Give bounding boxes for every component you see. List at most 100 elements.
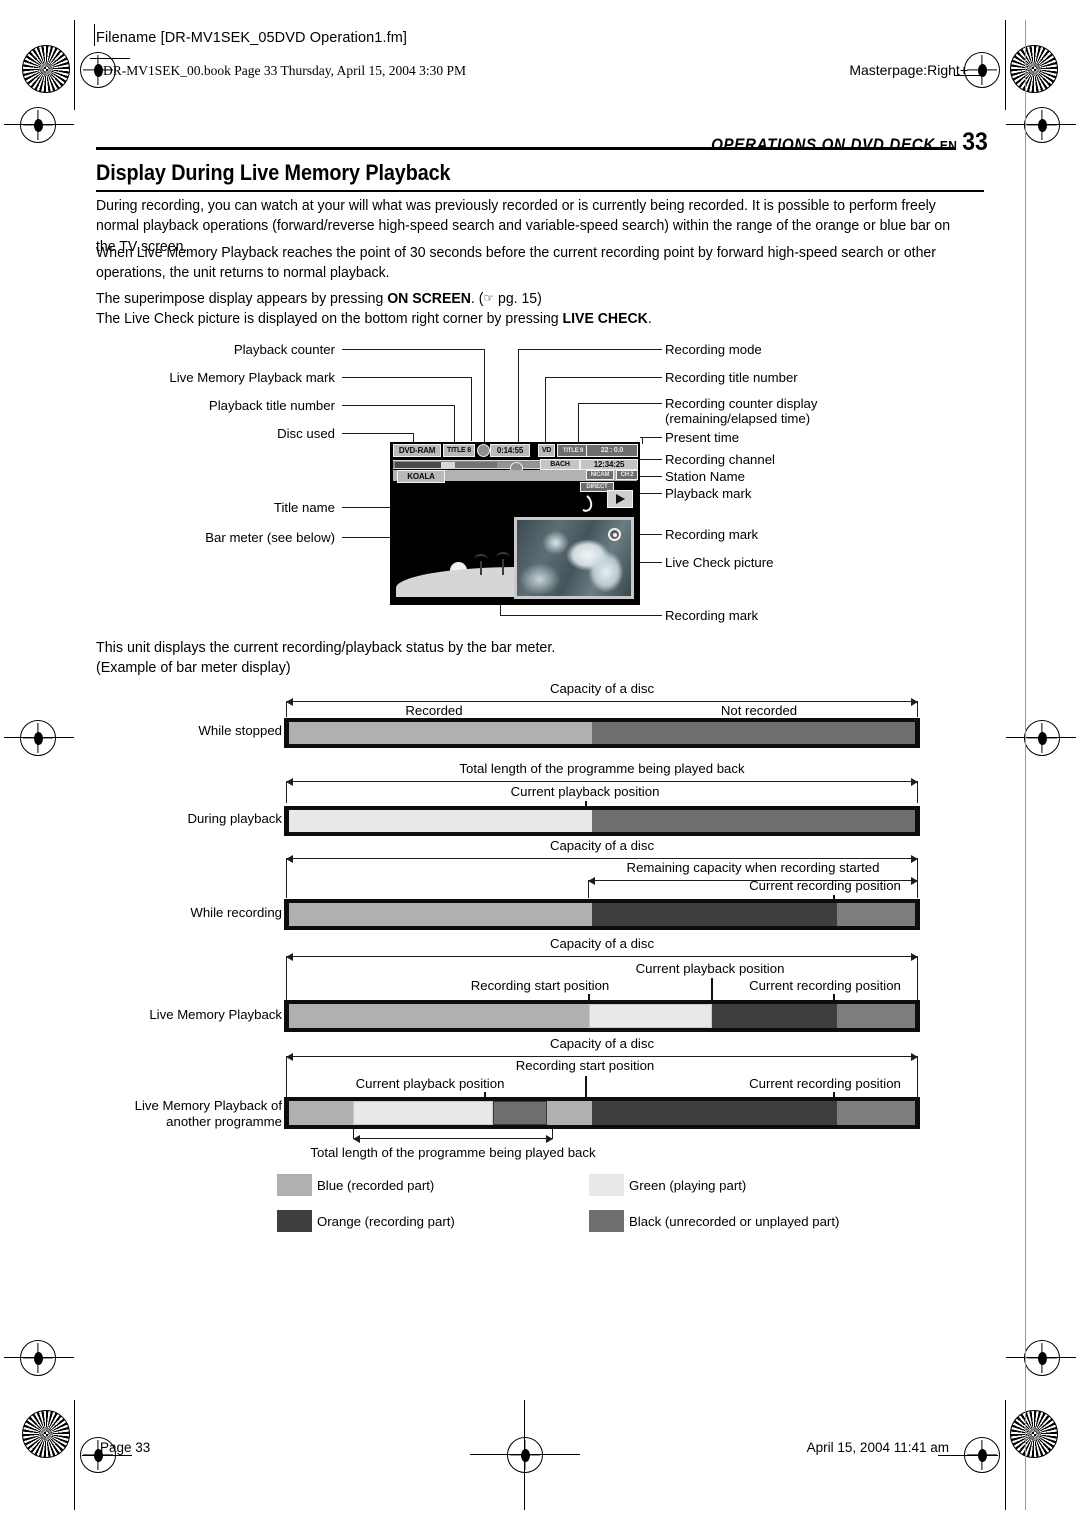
leader-line	[640, 459, 662, 461]
osd-recording-mode: VD	[538, 444, 555, 457]
osd-playback-counter: 0:14:55	[490, 444, 530, 457]
leader-line	[454, 405, 456, 444]
reg-rule	[4, 123, 74, 125]
callout-title-name: Title name	[273, 500, 335, 515]
sublabel-remaining-capacity: Remaining capacity when recording starte…	[626, 860, 880, 875]
starburst-mark-top-right	[1010, 45, 1058, 93]
sublabel-recording-start-position-1: Recording start position	[470, 978, 610, 993]
sublabel-current-recording-position-3: Current recording position	[749, 1076, 901, 1091]
dim-capacity-of-disc-1: Capacity of a disc	[549, 681, 655, 696]
dim-capacity-of-disc-3: Capacity of a disc	[549, 936, 655, 951]
title-rule	[96, 190, 984, 192]
callout-recording-channel: Recording channel	[665, 452, 775, 467]
sublabel-recorded: Recorded	[405, 703, 463, 718]
on-screen-button-name: ON SCREEN	[387, 291, 471, 307]
legend-swatch-green	[589, 1174, 624, 1196]
registration-mark-left-mid	[20, 720, 56, 756]
page-reference: pg. 15)	[497, 291, 542, 307]
running-head-lang: EN	[940, 138, 958, 153]
crop-line-center	[524, 1400, 526, 1510]
meter-segment-blue	[289, 722, 592, 744]
sublabel-current-playback-position-2: Current playback position	[635, 961, 785, 976]
meter-live-memory-playback-another	[284, 1097, 920, 1129]
bar-meter-intro-line1: This unit displays the current recording…	[96, 640, 556, 656]
sublabel-not-recorded: Not recorded	[720, 703, 798, 718]
book-rule	[90, 58, 130, 60]
paragraph-line: During recording, you can watch at your …	[96, 198, 936, 214]
leader-line	[642, 437, 644, 444]
dim-tick	[353, 1129, 355, 1139]
dim-tick	[552, 1129, 554, 1139]
starburst-mark-bottom-right	[1010, 1410, 1058, 1458]
leader-line	[640, 437, 662, 439]
callout-live-memory-mark: Live Memory Playback mark	[169, 370, 335, 385]
paragraph-on-screen: The superimpose display appears by press…	[96, 289, 973, 309]
leader-line	[342, 507, 392, 509]
meter-segment-blue	[289, 903, 592, 926]
callout-recording-mode: Recording mode	[665, 342, 762, 357]
row-label-live-memory-playback: Live Memory Playback	[149, 1007, 282, 1022]
dim-arrow	[286, 952, 918, 962]
callout-live-check-picture: Live Check picture	[665, 555, 774, 570]
running-head-rule	[96, 147, 956, 151]
sublabel-current-recording-position-2: Current recording position	[749, 978, 901, 993]
on-screen-text-pre: The superimpose display appears by press…	[96, 291, 388, 307]
meter-segment-blue-2	[547, 1101, 592, 1125]
meter-segment-blue-1	[289, 1101, 353, 1125]
osd-recording-counter-display: 22 : 0.0	[586, 444, 638, 457]
leader-line	[484, 349, 486, 444]
running-head-title: OPERATIONS ON DVD DECK	[711, 136, 936, 154]
dim-arrow	[286, 697, 918, 707]
meter-segment-blue	[289, 1004, 589, 1028]
registration-mark-left-low	[20, 1340, 56, 1376]
meter-segment-orange	[592, 903, 837, 926]
dim-tick	[286, 781, 288, 803]
meter-segment-black	[837, 903, 915, 926]
osd-title-name: KOALA	[397, 470, 445, 483]
meter-segment-black	[592, 722, 915, 744]
meter-while-recording	[284, 899, 920, 930]
crop-line-right-top	[1004, 20, 1006, 110]
meter-segment-green	[353, 1101, 493, 1125]
legend-label-green: Green (playing part)	[629, 1178, 747, 1193]
legend-swatch-orange	[277, 1210, 312, 1232]
callout-present-time: Present time	[665, 430, 740, 445]
footer-page-label: Page 33	[100, 1440, 151, 1455]
filename-tick	[94, 24, 96, 46]
legend-swatch-blue	[277, 1174, 312, 1196]
meter-live-memory-playback	[284, 1000, 920, 1032]
running-head: OPERATIONS ON DVD DECK EN 33	[711, 128, 988, 157]
paragraph-line: When Live Memory Playback reaches the po…	[96, 245, 936, 261]
legend-swatch-black	[589, 1210, 624, 1232]
page-number: 33	[962, 128, 988, 156]
reg-rule	[1006, 1356, 1076, 1358]
play-triangle-icon	[615, 494, 625, 504]
meter-segment-black	[592, 810, 915, 832]
osd-bar-segment-light	[441, 462, 455, 468]
row-label-live-memory-playback-another-l2: another programme	[166, 1114, 282, 1129]
registration-mark-right-low	[1024, 1340, 1060, 1376]
leader-line	[342, 433, 414, 435]
callout-recording-mark-top: Recording mark	[665, 527, 759, 542]
leader-line	[518, 349, 640, 351]
filename-label: Filename [DR-MV1SEK_05DVD Operation1.fm]	[96, 30, 408, 46]
tv-screen-mock: DVD-RAM TITLE 8 0:14:55 VD TITLE 9 CHAPT…	[390, 442, 640, 605]
sublabel-current-playback-position-1: Current playback position	[510, 784, 660, 799]
callout-bar-meter: Bar meter (see below)	[205, 530, 335, 545]
osd-recording-title-number: TITLE 9	[557, 444, 589, 457]
pointing-hand-icon: ☞	[483, 291, 495, 305]
paragraph-return: When Live Memory Playback reaches the po…	[96, 243, 973, 284]
leader-line	[640, 562, 662, 564]
registration-mark-header-right	[964, 52, 1000, 88]
callout-recording-counter-sub: (remaining/elapsed time)	[665, 411, 811, 426]
osd-present-time: 12:34:25	[580, 459, 638, 470]
osd-bar-segment-dark	[395, 462, 441, 468]
leader-line	[342, 405, 455, 407]
page-title: Display During Live Memory Playback	[96, 160, 451, 185]
scene-crescent-moon	[575, 492, 595, 514]
sublabel-current-playback-position-3: Current playback position	[355, 1076, 505, 1091]
reg-rule	[1006, 736, 1076, 738]
leader-line	[500, 615, 662, 617]
dim-capacity-of-disc-4: Capacity of a disc	[549, 1036, 655, 1051]
crop-line-left-top	[74, 20, 76, 110]
